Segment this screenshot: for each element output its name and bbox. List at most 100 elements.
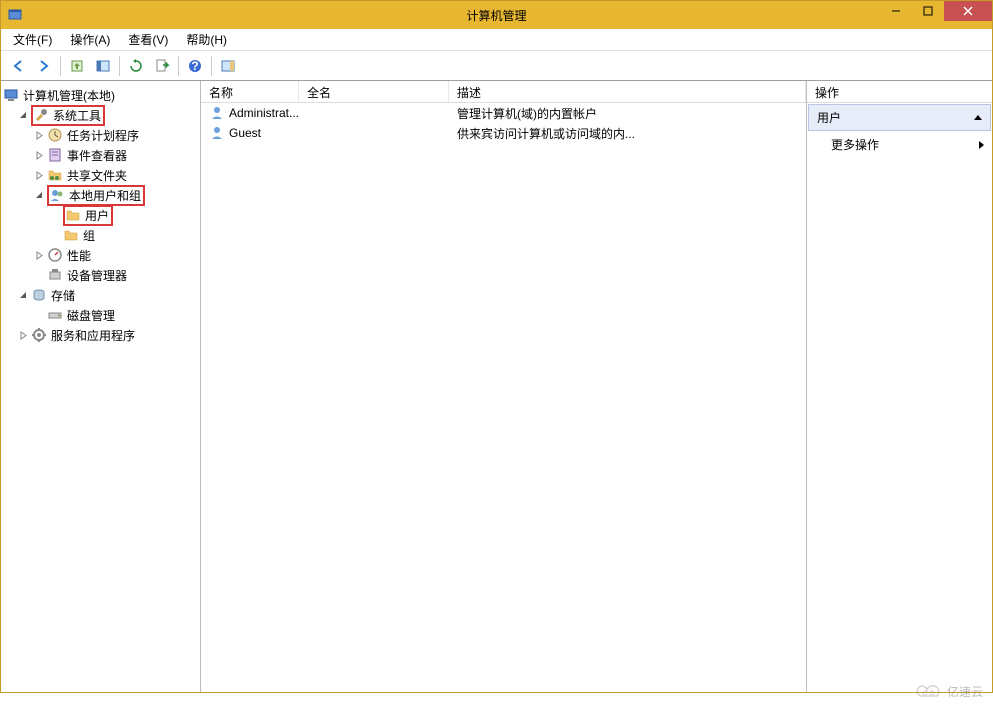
back-button[interactable] — [6, 54, 30, 78]
close-button[interactable] — [944, 1, 992, 21]
menu-help[interactable]: 帮助(H) — [178, 29, 235, 50]
tree-performance-label: 性能 — [67, 247, 91, 264]
toolbar-separator — [211, 56, 212, 76]
tree-groups[interactable]: 组 — [1, 225, 200, 245]
tree-disk-management[interactable]: 磁盘管理 — [1, 305, 200, 325]
tree-performance[interactable]: 性能 — [1, 245, 200, 265]
actions-header: 操作 — [807, 81, 992, 103]
col-fullname[interactable]: 全名 — [299, 81, 449, 102]
row-name: Guest — [229, 126, 261, 140]
tree-device-manager-label: 设备管理器 — [67, 267, 127, 284]
expand-icon[interactable] — [17, 329, 29, 341]
tree-pane[interactable]: 计算机管理(本地) 系统工具 — [1, 81, 201, 692]
menu-file[interactable]: 文件(F) — [5, 29, 60, 50]
row-name: Administrat... — [229, 106, 299, 120]
device-icon — [47, 267, 63, 283]
computer-icon — [3, 87, 19, 103]
expand-icon[interactable] — [33, 249, 45, 261]
refresh-button[interactable] — [124, 54, 148, 78]
tree-shared-folders[interactable]: 共享文件夹 — [1, 165, 200, 185]
tree-disk-management-label: 磁盘管理 — [67, 307, 115, 324]
actions-section[interactable]: 用户 — [808, 104, 991, 131]
shared-folder-icon — [47, 167, 63, 183]
list-row[interactable]: Guest 供来宾访问计算机或访问域的内... — [201, 123, 806, 143]
menu-view[interactable]: 查看(V) — [120, 29, 176, 50]
tools-icon — [33, 107, 49, 123]
tree-task-scheduler-label: 任务计划程序 — [67, 127, 139, 144]
tree-shared-folders-label: 共享文件夹 — [67, 167, 127, 184]
tree-users[interactable]: 用户 — [1, 205, 200, 225]
collapse-icon[interactable] — [33, 189, 45, 201]
toolbar-separator — [60, 56, 61, 76]
tree-event-viewer[interactable]: 事件查看器 — [1, 145, 200, 165]
services-icon — [31, 327, 47, 343]
tree-storage[interactable]: 存储 — [1, 285, 200, 305]
folder-icon — [65, 207, 81, 223]
expand-icon[interactable] — [33, 169, 45, 181]
export-button[interactable] — [150, 54, 174, 78]
client-area: 计算机管理(本地) 系统工具 — [1, 81, 992, 692]
collapse-icon — [974, 115, 982, 120]
list-pane: 名称 全名 描述 Administrat... 管理计算机(域)的内置帐户 G — [201, 81, 807, 692]
app-icon — [7, 7, 23, 23]
actions-pane: 操作 用户 更多操作 — [807, 81, 992, 692]
row-desc: 管理计算机(域)的内置帐户 — [457, 105, 597, 122]
window-controls — [880, 1, 992, 21]
up-button[interactable] — [65, 54, 89, 78]
expand-icon[interactable] — [33, 129, 45, 141]
svg-text:?: ? — [191, 59, 198, 73]
toolbar: ? — [1, 51, 992, 81]
toolbar-separator — [119, 56, 120, 76]
tree-services-apps-label: 服务和应用程序 — [51, 327, 135, 344]
tree-system-tools[interactable]: 系统工具 — [1, 105, 200, 125]
actions-section-label: 用户 — [817, 109, 841, 126]
tree-users-label: 用户 — [85, 207, 109, 224]
collapse-icon[interactable] — [17, 109, 29, 121]
list-row[interactable]: Administrat... 管理计算机(域)的内置帐户 — [201, 103, 806, 123]
tree-local-users-groups-label: 本地用户和组 — [69, 187, 141, 204]
forward-button[interactable] — [32, 54, 56, 78]
minimize-button[interactable] — [880, 1, 912, 21]
show-hide-action-button[interactable] — [216, 54, 240, 78]
help-button[interactable]: ? — [183, 54, 207, 78]
col-name[interactable]: 名称 — [201, 81, 299, 102]
col-description[interactable]: 描述 — [449, 81, 806, 102]
tree-event-viewer-label: 事件查看器 — [67, 147, 127, 164]
tree-task-scheduler[interactable]: 任务计划程序 — [1, 125, 200, 145]
list-body[interactable]: Administrat... 管理计算机(域)的内置帐户 Guest 供来宾访问… — [201, 103, 806, 692]
performance-icon — [47, 247, 63, 263]
maximize-button[interactable] — [912, 1, 944, 21]
window-frame: 计算机管理 文件(F) 操作(A) 查看(V) 帮助(H) ? — [0, 0, 993, 693]
menu-action[interactable]: 操作(A) — [62, 29, 118, 50]
menubar: 文件(F) 操作(A) 查看(V) 帮助(H) — [1, 29, 992, 51]
folder-icon — [63, 227, 79, 243]
tree-device-manager[interactable]: 设备管理器 — [1, 265, 200, 285]
clock-icon — [47, 127, 63, 143]
show-hide-tree-button[interactable] — [91, 54, 115, 78]
tree-groups-label: 组 — [83, 227, 95, 244]
watermark-text: 亿速云 — [947, 683, 983, 700]
watermark: 亿速云 — [915, 682, 983, 700]
users-groups-icon — [49, 187, 65, 203]
list-header: 名称 全名 描述 — [201, 81, 806, 103]
user-icon — [209, 125, 225, 141]
expand-icon[interactable] — [33, 149, 45, 161]
tree-root-label: 计算机管理(本地) — [23, 87, 115, 104]
actions-more-label: 更多操作 — [831, 136, 879, 153]
event-icon — [47, 147, 63, 163]
storage-icon — [31, 287, 47, 303]
chevron-right-icon — [979, 141, 984, 149]
collapse-icon[interactable] — [17, 289, 29, 301]
tree-services-apps[interactable]: 服务和应用程序 — [1, 325, 200, 345]
user-icon — [209, 105, 225, 121]
tree-system-tools-label: 系统工具 — [53, 107, 101, 124]
row-desc: 供来宾访问计算机或访问域的内... — [457, 125, 635, 142]
tree-local-users-groups[interactable]: 本地用户和组 — [1, 185, 200, 205]
window-title: 计算机管理 — [1, 7, 992, 24]
actions-more[interactable]: 更多操作 — [807, 132, 992, 157]
titlebar[interactable]: 计算机管理 — [1, 1, 992, 29]
disk-icon — [47, 307, 63, 323]
toolbar-separator — [178, 56, 179, 76]
tree-storage-label: 存储 — [51, 287, 75, 304]
tree-root[interactable]: 计算机管理(本地) — [1, 85, 200, 105]
